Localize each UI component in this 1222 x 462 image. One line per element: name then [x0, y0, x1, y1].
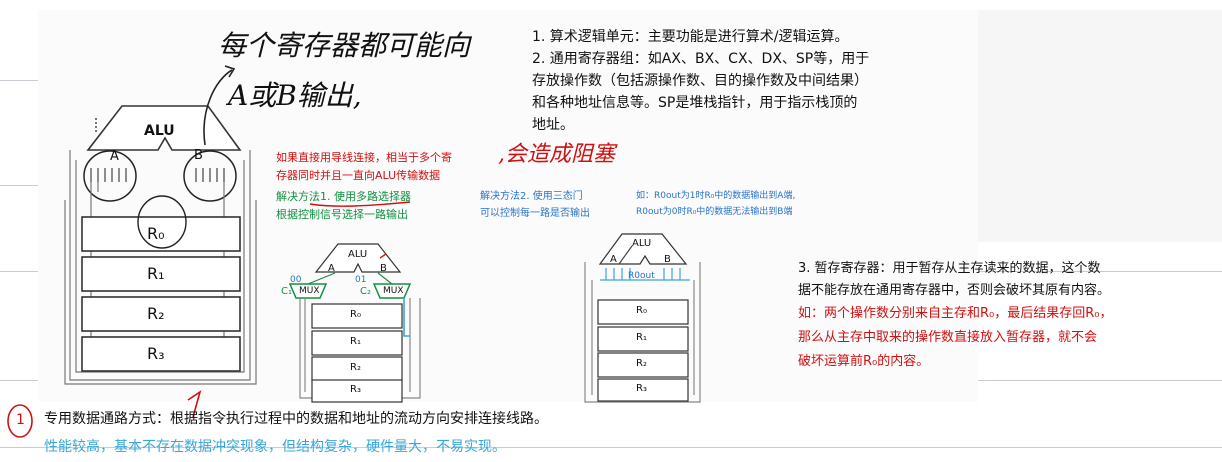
tri-register-r3: R₃: [636, 383, 647, 394]
tri-alu-label: ALU: [632, 238, 652, 249]
mux-register-r2: R₂: [350, 362, 361, 373]
point-3-red-line: 那么从主存中取来的操作数直接放入暂存器，就不会: [798, 330, 1098, 345]
tri-register-r2: R₂: [636, 358, 647, 369]
tri-register-r1: R₁: [636, 332, 647, 343]
mux-register-r1: R₁: [350, 336, 361, 347]
mux-register-r0: R₀: [350, 309, 361, 320]
point-2-line: 地址。: [532, 117, 574, 133]
register-r2: R₂: [147, 304, 165, 323]
circled-number: 1: [16, 412, 25, 428]
mux-register-r3: R₃: [350, 384, 361, 395]
mux-b-label: B: [380, 263, 387, 274]
mux-label-right: MUX: [383, 286, 404, 296]
point-3-red-line: 如：两个操作数分别来自主存和R₀，最后结果存回R₀，: [798, 306, 1113, 321]
point-2-line: 和各种地址信息等。SP是堆栈指针，用于指示栈顶的: [532, 95, 858, 111]
point-3-red-line: 破坏运算前R₀的内容。: [798, 354, 930, 369]
diagram-canvas: [7, 65, 701, 438]
point-3-line: 3. 暂存寄存器：用于暂存从主存读来的数据，这个数: [798, 261, 1101, 276]
problem-line1: 如果直接用导线连接，相当于多个寄: [276, 151, 452, 164]
mux-a-label: A: [328, 263, 335, 274]
point-3-line: 据不能存放在通用寄存器中，否则会破坏其原有内容。: [798, 283, 1111, 298]
handnote-line2: A或B输出,: [228, 79, 362, 112]
tri-a-label: A: [610, 254, 617, 265]
example-line1: 如：R0out为1时R₀中的数据输出到A端,: [636, 191, 796, 201]
a-label: A: [110, 149, 119, 164]
point-1: 1. 算术逻辑单元：主要功能是进行算术/逻辑运算。: [532, 29, 849, 45]
register-r1: R₁: [147, 264, 165, 283]
register-r0: R₀: [147, 224, 165, 243]
handnote-red: ,会造成阻塞: [498, 142, 615, 167]
mux-diagram: [288, 243, 421, 403]
solution1-line2: 根据控制信号选择一路输出: [276, 208, 408, 221]
mux-alu-label: ALU: [348, 249, 368, 260]
point-2-line: 2. 通用寄存器组：如AX、BX、CX、DX、SP等，用于: [532, 51, 870, 67]
example-line2: R0out为0时R₀中的数据无法输出到B端: [636, 207, 793, 217]
alu-label: ALU: [144, 123, 175, 139]
handnote-line1: 每个寄存器都可能向: [218, 29, 471, 62]
tri-r0out-label: R0out: [628, 271, 655, 281]
mux-c3-label: C₂: [360, 286, 371, 297]
register-r3: R₃: [147, 344, 165, 363]
tri-b-label: B: [664, 254, 671, 265]
mux-label-left: MUX: [299, 286, 320, 296]
bottom-sub-text: 性能较高，基本不存在数据冲突现象，但结构复杂，硬件量大，不易实现。: [44, 439, 506, 455]
bottom-main-text: 专用数据通路方式：根据指令执行过程中的数据和地址的流动方向安排连接线路。: [44, 411, 548, 427]
solution2-line2: 可以控制每一路是否输出: [480, 208, 590, 219]
solution2-line1: 解决方法2. 使用三态门: [480, 191, 583, 202]
b-label: B: [194, 148, 203, 163]
tri-register-r0: R₀: [636, 305, 647, 316]
point-2-line: 存放操作数（包括源操作数、目的操作数及中间结果）: [532, 73, 868, 89]
solution1-line1: 解决方法1. 使用多路选择器: [276, 190, 411, 203]
mux-c0-label: 00: [290, 275, 302, 285]
mux-c1-label: C₁: [281, 286, 292, 297]
problem-line2: 存器同时并且一直向ALU传输数据: [276, 169, 441, 182]
tristate-diagram: [584, 233, 701, 403]
mux-c2-label: 01: [355, 275, 367, 285]
